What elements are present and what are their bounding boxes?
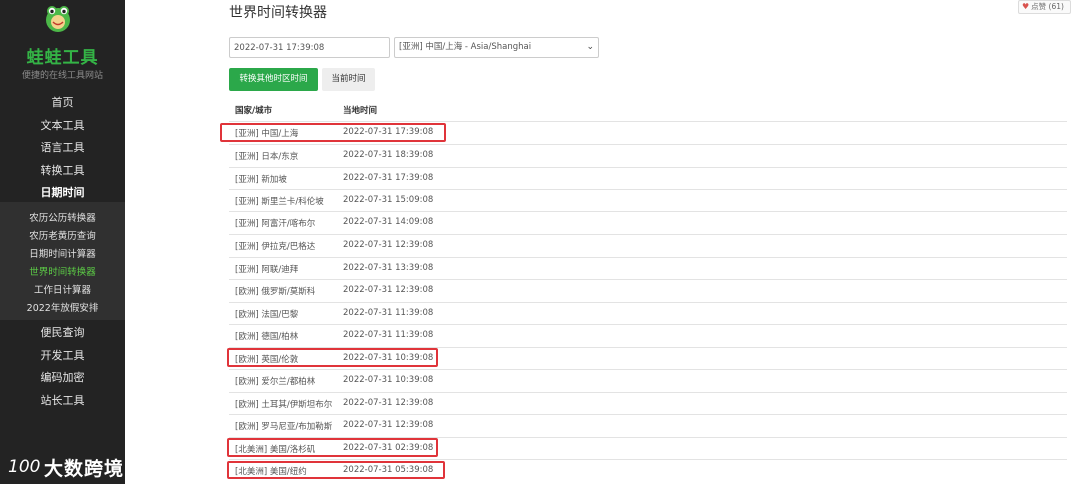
table-row: [欧洲] 法国/巴黎 2022-07-31 11:39:08 <box>229 302 1067 324</box>
svg-text:100: 100 <box>8 457 40 477</box>
time-cell: 2022-07-31 13:39:08 <box>343 263 434 273</box>
frog-logo-icon <box>46 6 70 32</box>
like-button[interactable]: ♥ 点赞 (61) <box>1018 0 1071 14</box>
nav-item-convenience[interactable]: 便民查询 <box>0 324 125 340</box>
nav-item-text-tools[interactable]: 文本工具 <box>0 117 125 133</box>
subnav-item-world-time-converter[interactable]: 世界时间转换器 <box>0 264 125 278</box>
convert-button[interactable]: 转换其他时区时间 <box>229 68 318 91</box>
table-row: [欧洲] 俄罗斯/莫斯科 2022-07-31 12:39:08 <box>229 279 1067 301</box>
highlight-box-shanghai <box>220 123 446 142</box>
subnav-item-almanac[interactable]: 农历老黄历查询 <box>0 228 125 242</box>
highlight-box-new-york <box>227 461 445 479</box>
city-cell: [亚洲] 伊拉克/巴格达 <box>235 242 316 252</box>
city-cell: [欧洲] 爱尔兰/都柏林 <box>235 377 316 387</box>
current-time-button[interactable]: 当前时间 <box>322 68 375 91</box>
subnav-item-holiday-schedule[interactable]: 2022年放假安排 <box>0 300 125 314</box>
time-cell: 2022-07-31 11:39:08 <box>343 330 434 340</box>
header-local-time: 当地时间 <box>343 106 378 116</box>
main-content: 世界时间转换器 ♥点赞 (61) [亚洲] 中国/上海 - Asia/Shang… <box>125 0 1080 484</box>
city-cell: [欧洲] 罗马尼亚/布加勒斯 <box>235 422 333 432</box>
highlight-box-london <box>227 348 438 367</box>
nav-item-dev-tools[interactable]: 开发工具 <box>0 347 125 363</box>
city-cell: [欧洲] 法国/巴黎 <box>235 310 299 320</box>
header-city: 国家/城市 <box>235 106 273 116</box>
like-label: 点赞 (61) <box>1031 2 1064 11</box>
time-cell: 2022-07-31 17:39:08 <box>343 173 434 183</box>
subnav-item-datetime-calculator[interactable]: 日期时间计算器 <box>0 246 125 260</box>
nav-item-language-tools[interactable]: 语言工具 <box>0 139 125 155</box>
heart-icon: ♥ <box>1022 2 1030 11</box>
page-title: 世界时间转换器 <box>229 5 327 21</box>
time-cell: 2022-07-31 12:39:08 <box>343 285 434 295</box>
nav-item-datetime[interactable]: 日期时间 <box>0 184 125 200</box>
city-cell: [亚洲] 日本/东京 <box>235 152 299 162</box>
table-row: [亚洲] 日本/东京 2022-07-31 18:39:08 <box>229 144 1067 166</box>
sidebar: 蛙蛙工具 便捷的在线工具网站 首页 文本工具 语言工具 转换工具 日期时间 农历… <box>0 0 125 484</box>
nav-item-convert-tools[interactable]: 转换工具 <box>0 162 125 178</box>
nav-item-encoding[interactable]: 编码加密 <box>0 369 125 385</box>
time-cell: 2022-07-31 12:39:08 <box>343 420 434 430</box>
table-row: [亚洲] 阿富汗/喀布尔 2022-07-31 14:09:08 <box>229 211 1067 233</box>
table-row: [欧洲] 罗马尼亚/布加勒斯 2022-07-31 12:39:08 <box>229 414 1067 436</box>
watermark-text: 大数跨境 <box>44 458 125 480</box>
city-cell: [欧洲] 土耳其/伊斯坦布尔 <box>235 400 333 410</box>
table-row: [欧洲] 土耳其/伊斯坦布尔 2022-07-31 12:39:08 <box>229 392 1067 414</box>
timezone-select[interactable]: [亚洲] 中国/上海 - Asia/Shanghai ⌄ <box>394 37 599 58</box>
datetime-submenu: 农历公历转换器 农历老黄历查询 日期时间计算器 世界时间转换器 工作日计算器 2… <box>0 202 125 320</box>
table-row: [亚洲] 伊拉克/巴格达 2022-07-31 12:39:08 <box>229 234 1067 256</box>
table-row: [欧洲] 德国/柏林 2022-07-31 11:39:08 <box>229 324 1067 346</box>
brand-name[interactable]: 蛙蛙工具 <box>0 43 125 68</box>
time-cell: 2022-07-31 14:09:08 <box>343 217 434 227</box>
time-input[interactable] <box>229 37 390 58</box>
table-row: [亚洲] 阿联/迪拜 2022-07-31 13:39:08 <box>229 257 1067 279</box>
city-cell: [亚洲] 阿联/迪拜 <box>235 265 299 275</box>
city-cell: [亚洲] 斯里兰卡/科伦坡 <box>235 197 324 207</box>
time-cell: 2022-07-31 12:39:08 <box>343 398 434 408</box>
table-row: [欧洲] 爱尔兰/都柏林 2022-07-31 10:39:08 <box>229 369 1067 391</box>
subnav-item-lunar-converter[interactable]: 农历公历转换器 <box>0 210 125 224</box>
time-cell: 2022-07-31 12:39:08 <box>343 240 434 250</box>
city-cell: [欧洲] 德国/柏林 <box>235 332 299 342</box>
chevron-down-icon: ⌄ <box>586 42 594 52</box>
time-cell: 2022-07-31 18:39:08 <box>343 150 434 160</box>
brand-slogan: 便捷的在线工具网站 <box>21 71 103 81</box>
subnav-item-workday-calculator[interactable]: 工作日计算器 <box>0 282 125 296</box>
time-cell: 2022-07-31 10:39:08 <box>343 375 434 385</box>
table-row: [亚洲] 斯里兰卡/科伦坡 2022-07-31 15:09:08 <box>229 189 1067 211</box>
city-cell: [亚洲] 阿富汗/喀布尔 <box>235 219 316 229</box>
table-row: [亚洲] 新加坡 2022-07-31 17:39:08 <box>229 167 1067 189</box>
nav-item-webmaster[interactable]: 站长工具 <box>0 392 125 408</box>
nav-item-home[interactable]: 首页 <box>0 94 125 110</box>
time-cell: 2022-07-31 15:09:08 <box>343 195 434 205</box>
city-cell: [亚洲] 新加坡 <box>235 175 287 185</box>
timezone-select-value: [亚洲] 中国/上海 - Asia/Shanghai <box>399 42 532 52</box>
time-cell: 2022-07-31 11:39:08 <box>343 308 434 318</box>
city-cell: [欧洲] 俄罗斯/莫斯科 <box>235 287 316 297</box>
highlight-box-los-angeles <box>227 438 438 457</box>
